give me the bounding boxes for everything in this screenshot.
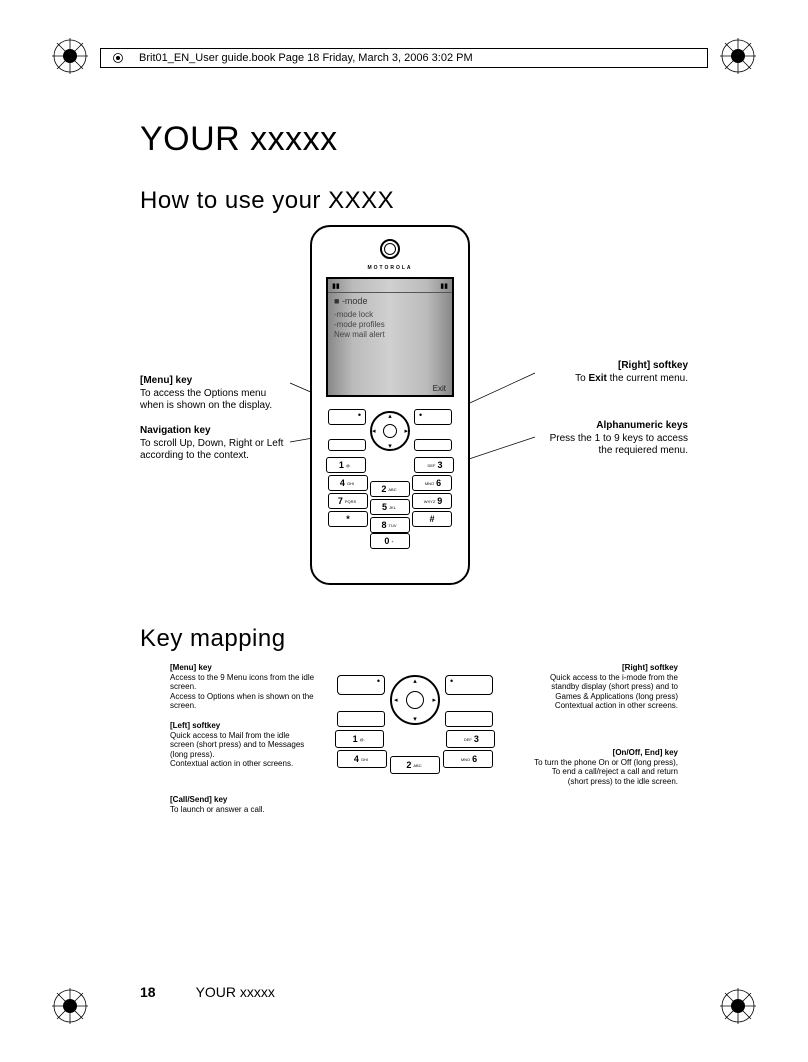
navigation-cluster: ▴ ▾ ◂ ▸	[326, 405, 454, 453]
corner-ornament-icon	[720, 988, 756, 1024]
callout-text: Press the 1 to 9 keys to access the requ…	[538, 433, 688, 458]
callout-text: Access to the 9 Menu icons from the idle…	[170, 673, 315, 711]
signal-icon: ▮▮	[332, 282, 340, 290]
callout-call-send: [Call/Send] key To launch or answer a ca…	[170, 795, 315, 814]
key-5: 5JKL	[370, 499, 410, 515]
callout-text: Quick access to the i-mode from the stan…	[533, 673, 678, 711]
callout-left-softkey: [Left] softkey Quick access to Mail from…	[170, 721, 315, 769]
callout-right-softkey: [Right] softkey To Exit the current menu…	[538, 360, 688, 385]
key-4: 4GHI	[328, 475, 368, 491]
key-1: 1@.	[326, 457, 366, 473]
key-4: 4GHI	[337, 750, 387, 768]
corner-ornament-icon	[52, 38, 88, 74]
section-title: Key mapping	[140, 625, 708, 653]
callout-right-softkey: [Right] softkey Quick access to the i-mo…	[533, 663, 678, 711]
arrow-down-icon: ▾	[413, 715, 417, 723]
call-send-button	[337, 711, 385, 727]
callout-title: [Menu] key	[170, 663, 315, 673]
callout-text: To launch or answer a call.	[170, 805, 315, 815]
arrow-up-icon: ▴	[388, 412, 392, 420]
left-softkey-button	[328, 409, 366, 425]
nav-ring: ▴ ▾ ◂ ▸	[370, 411, 410, 451]
corner-ornament-icon	[52, 988, 88, 1024]
key-8: 8TUV	[370, 517, 410, 533]
brand-label: MOTOROLA	[312, 265, 468, 271]
callout-text: To Exit the current menu.	[538, 373, 688, 386]
end-button	[445, 711, 493, 727]
arrow-right-icon: ▸	[432, 696, 436, 704]
key-2: 2ABC	[390, 756, 440, 774]
screen-line: -mode profiles	[334, 320, 446, 330]
key-3: DEF3	[414, 457, 454, 473]
callout-title: [Call/Send] key	[170, 795, 315, 805]
nav-center-button	[406, 691, 424, 709]
callout-title: Alphanumeric keys	[538, 420, 688, 433]
callout-text: To turn the phone On or Off (long press)…	[533, 758, 678, 787]
arrow-left-icon: ◂	[372, 427, 376, 435]
key-star: *	[328, 511, 368, 527]
key-9: WXYZ9	[412, 493, 452, 509]
screen-line: New mail alert	[334, 330, 446, 340]
nav-ring: ▴ ▾ ◂ ▸	[390, 675, 440, 725]
nav-cluster-illustration: ▴ ▾ ◂ ▸ 1@. DEF3 4GHI 2ABC MNO6	[335, 673, 495, 768]
corner-ornament-icon	[720, 38, 756, 74]
key-6: MNO6	[443, 750, 493, 768]
screen-line: -mode lock	[334, 310, 446, 320]
key-3: DEF3	[446, 730, 495, 748]
key-6: MNO6	[412, 475, 452, 491]
left-softkey-button	[337, 675, 385, 695]
callout-menu-key: [Menu] key To access the Options menu wh…	[140, 375, 290, 413]
right-softkey-button	[445, 675, 493, 695]
end-button	[414, 439, 452, 451]
page-footer: 18 YOUR xxxxx	[140, 984, 275, 1000]
callout-title: Navigation key	[140, 425, 290, 438]
mode-indicator: ■	[334, 296, 342, 306]
callout-menu-key: [Menu] key Access to the 9 Menu icons fr…	[170, 663, 315, 711]
chapter-title: YOUR xxxxx	[140, 120, 708, 159]
key-2: 2ABC	[370, 481, 410, 497]
callout-title: [Right] softkey	[538, 360, 688, 373]
softkey-label: Exit	[433, 384, 446, 393]
document-header: Brit01_EN_User guide.book Page 18 Friday…	[100, 48, 708, 68]
mode-label: -mode	[342, 296, 368, 306]
phone-diagram: [Menu] key To access the Options menu wh…	[140, 225, 708, 625]
footer-chapter-title: YOUR xxxxx	[196, 984, 275, 1000]
callout-text: To scroll Up, Down, Right or Left accord…	[140, 438, 290, 463]
key-mapping-diagram: [Menu] key Access to the 9 Menu icons fr…	[140, 663, 708, 863]
nav-center-button	[383, 424, 397, 438]
callout-title: [On/Off, End] key	[533, 748, 678, 758]
callout-title: [Right] softkey	[533, 663, 678, 673]
arrow-up-icon: ▴	[413, 677, 417, 685]
callout-text: To access the Options menu when is shown…	[140, 388, 290, 413]
callout-on-off-end: [On/Off, End] key To turn the phone On o…	[533, 748, 678, 786]
phone-illustration: MOTOROLA ▮▮ ▮▮ ■ -mode -mode lock -mode …	[310, 225, 470, 595]
callout-title: [Menu] key	[140, 375, 290, 388]
arrow-left-icon: ◂	[394, 696, 398, 704]
header-text: Brit01_EN_User guide.book Page 18 Friday…	[139, 52, 473, 64]
arrow-right-icon: ▸	[404, 427, 408, 435]
speaker-icon	[380, 239, 400, 259]
key-hash: #	[412, 511, 452, 527]
call-send-button	[328, 439, 366, 451]
callout-navigation-key: Navigation key To scroll Up, Down, Right…	[140, 425, 290, 463]
battery-icon: ▮▮	[440, 282, 448, 290]
keypad: 1@. DEF3 4GHI2ABCMNO6 7PQRS5JKLWXYZ9 *8TU…	[326, 457, 454, 551]
callout-text: Quick access to Mail from the idle scree…	[170, 731, 315, 769]
header-dot-icon	[113, 53, 123, 63]
callout-alphanumeric-keys: Alphanumeric keys Press the 1 to 9 keys …	[538, 420, 688, 458]
key-1: 1@.	[335, 730, 384, 748]
key-7: 7PQRS	[328, 493, 368, 509]
phone-screen: ▮▮ ▮▮ ■ -mode -mode lock -mode profiles …	[326, 277, 454, 397]
arrow-down-icon: ▾	[388, 442, 392, 450]
section-title: How to use your XXXX	[140, 187, 708, 215]
callout-title: [Left] softkey	[170, 721, 315, 731]
page-number: 18	[140, 984, 156, 1000]
key-0: 0+	[370, 533, 410, 549]
right-softkey-button	[414, 409, 452, 425]
